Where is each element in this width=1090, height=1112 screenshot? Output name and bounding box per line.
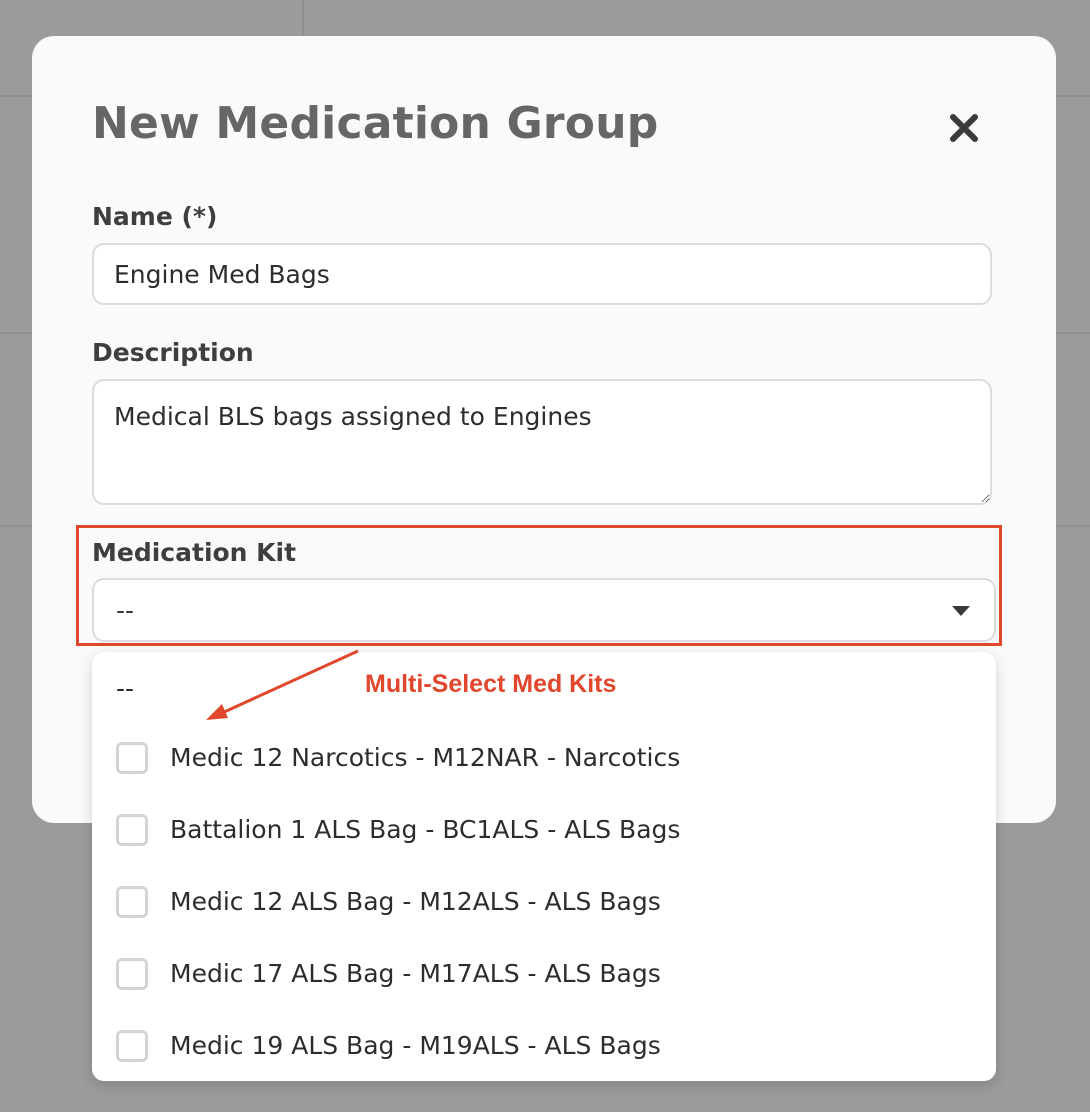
medication-kit-label: Medication Kit: [92, 538, 297, 567]
medication-kit-selected-value: --: [116, 596, 135, 625]
modal-title: New Medication Group: [92, 98, 659, 149]
dropdown-option-m19als[interactable]: Medic 19 ALS Bag - M19ALS - ALS Bags: [116, 1022, 976, 1072]
option-label: Medic 12 Narcotics - M12NAR - Narcotics: [170, 743, 681, 772]
option-label: Battalion 1 ALS Bag - BC1ALS - ALS Bags: [170, 815, 681, 844]
option-checkbox[interactable]: [116, 958, 148, 990]
dropdown-option-bc1als[interactable]: Battalion 1 ALS Bag - BC1ALS - ALS Bags: [116, 806, 976, 856]
background-divider: [1056, 95, 1090, 97]
background-divider: [0, 95, 32, 97]
option-checkbox[interactable]: [116, 1030, 148, 1062]
dropdown-empty-option[interactable]: --: [116, 674, 134, 703]
close-icon: [950, 114, 978, 142]
description-textarea[interactable]: Medical BLS bags assigned to Engines: [92, 379, 992, 505]
medication-kit-select[interactable]: --: [92, 578, 996, 642]
option-checkbox[interactable]: [116, 814, 148, 846]
background-divider: [1056, 525, 1090, 527]
option-checkbox[interactable]: [116, 886, 148, 918]
option-label: Medic 19 ALS Bag - M19ALS - ALS Bags: [170, 1031, 661, 1060]
dropdown-option-m17als[interactable]: Medic 17 ALS Bag - M17ALS - ALS Bags: [116, 950, 976, 1000]
background-divider: [302, 0, 304, 36]
chevron-down-icon: [952, 606, 970, 616]
background-divider: [0, 525, 32, 527]
dropdown-option-m12nar[interactable]: Medic 12 Narcotics - M12NAR - Narcotics: [116, 734, 976, 784]
close-button[interactable]: [944, 108, 984, 148]
annotation-text: Multi-Select Med Kits: [365, 670, 617, 698]
background-divider: [1056, 332, 1090, 334]
name-label: Name (*): [92, 202, 218, 231]
dropdown-option-m12als[interactable]: Medic 12 ALS Bag - M12ALS - ALS Bags: [116, 878, 976, 928]
option-label: Medic 17 ALS Bag - M17ALS - ALS Bags: [170, 959, 661, 988]
option-label: Medic 12 ALS Bag - M12ALS - ALS Bags: [170, 887, 661, 916]
medication-kit-dropdown: -- Medic 12 Narcotics - M12NAR - Narcoti…: [92, 652, 996, 1081]
option-checkbox[interactable]: [116, 742, 148, 774]
description-label: Description: [92, 338, 254, 367]
background-divider: [0, 332, 32, 334]
name-input[interactable]: [92, 243, 992, 305]
